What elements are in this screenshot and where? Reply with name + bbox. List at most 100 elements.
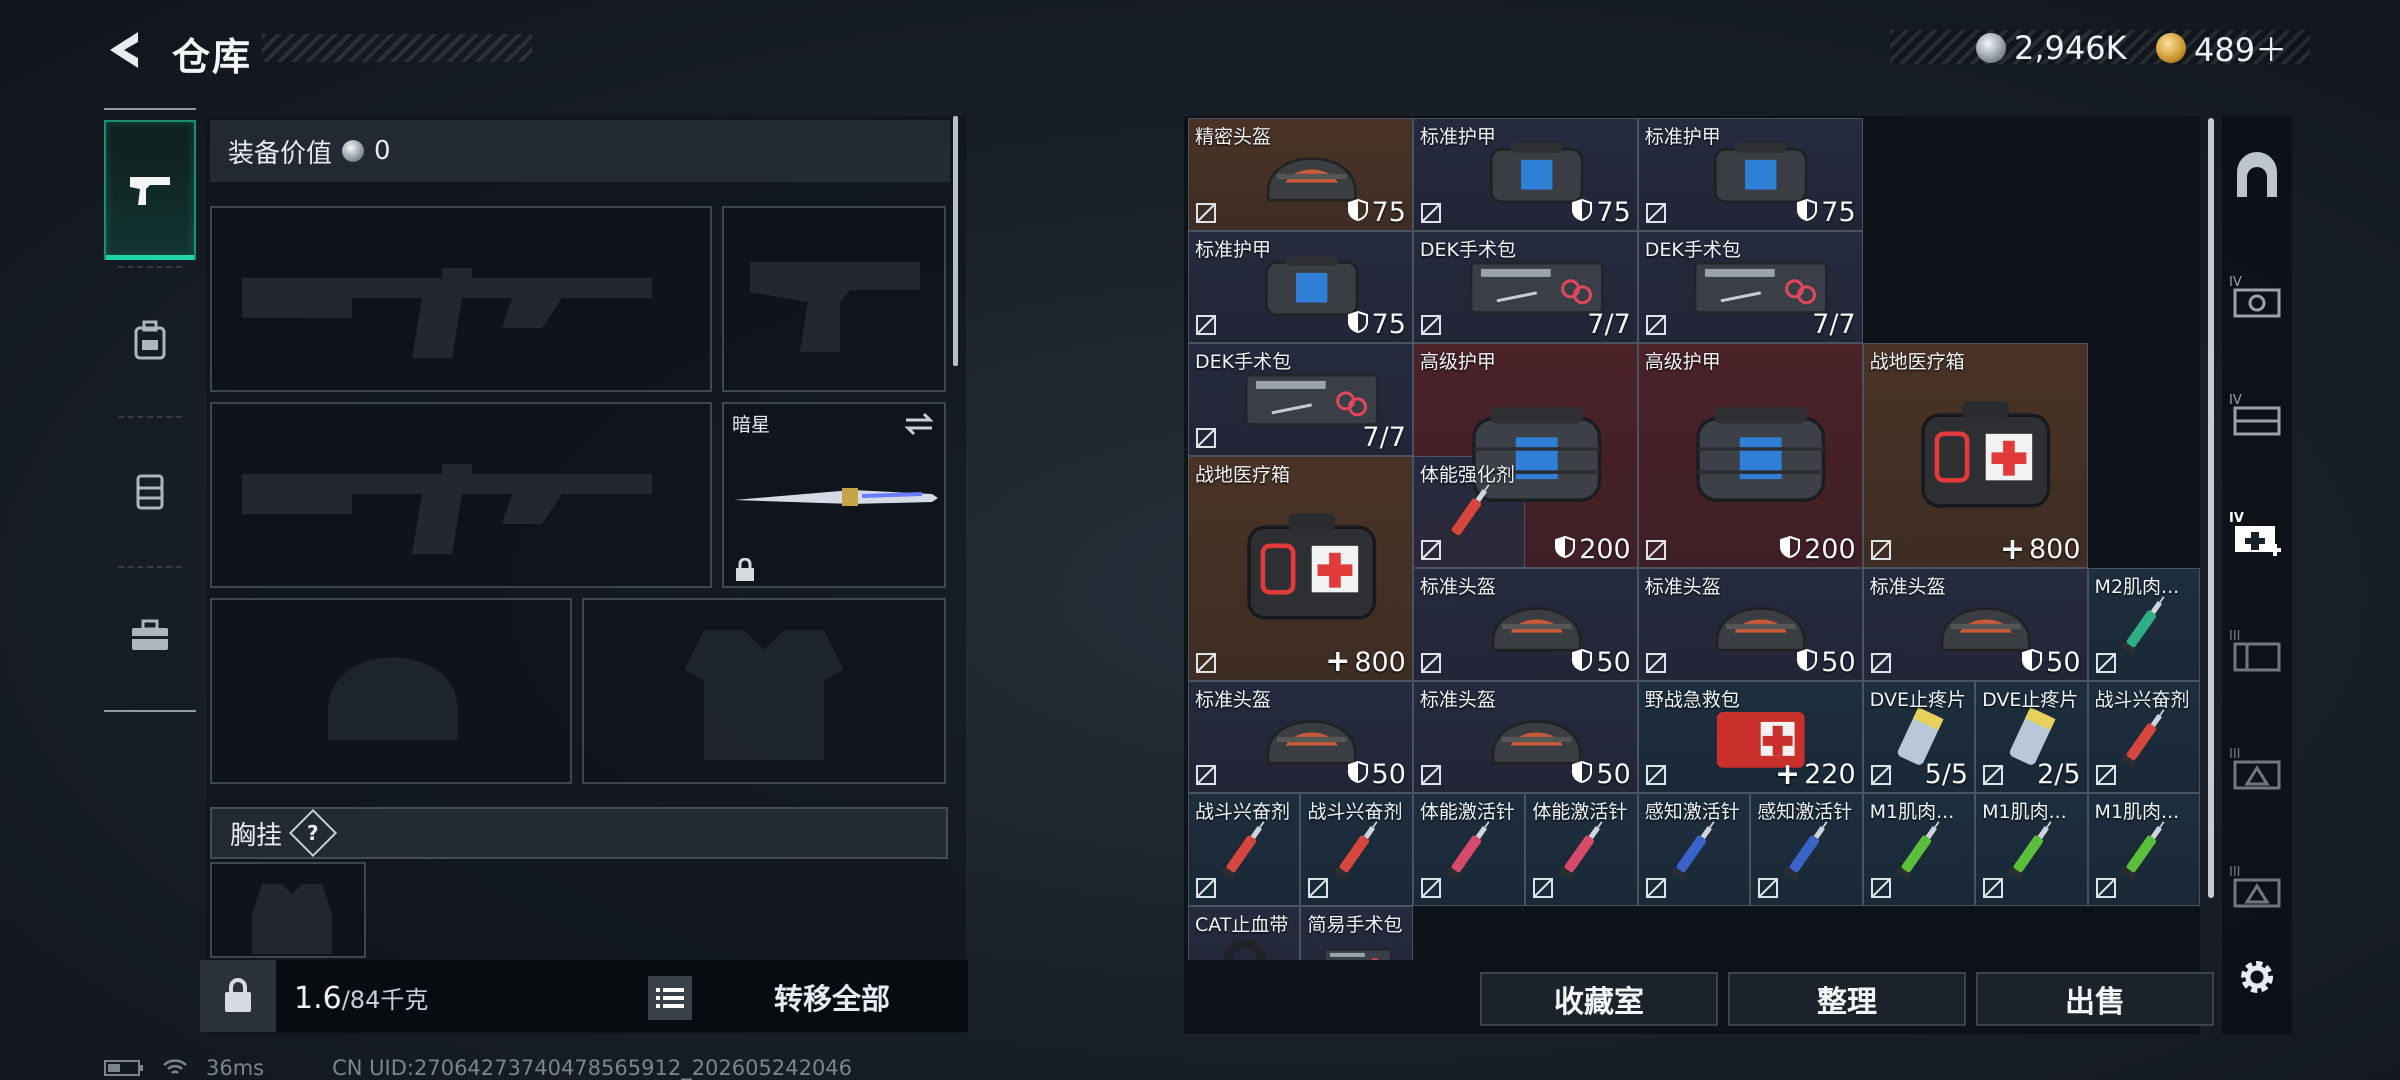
inventory-item[interactable]: 战斗兴奋剂	[1188, 793, 1301, 906]
grid-scrollbar[interactable]	[2208, 118, 2214, 898]
item-value: 200	[1780, 534, 1856, 565]
item-value-text: 50	[1596, 759, 1631, 790]
inventory-item[interactable]: 战地医疗箱 +800	[1862, 343, 2088, 568]
melee-slot[interactable]: 暗星	[722, 402, 946, 588]
lock-button[interactable]	[200, 960, 276, 1032]
inventory-item[interactable]: 战斗兴奋剂	[2087, 680, 2200, 793]
item-value: 7/7	[1587, 309, 1630, 340]
armor-slot[interactable]	[582, 598, 946, 784]
inventory-item[interactable]: DEK手术包 7/7	[1412, 230, 1638, 343]
primary-weapon-slot[interactable]	[210, 206, 712, 392]
inventory-item[interactable]: 战地医疗箱 +800	[1188, 455, 1413, 681]
item-name: 精密头盔	[1195, 126, 1272, 148]
inventory-item[interactable]: CAT止血带	[1188, 905, 1301, 960]
armory-icon: III	[2229, 629, 2281, 672]
durability-shield-icon	[1780, 534, 1801, 565]
list-view-button[interactable]	[648, 976, 692, 1020]
inventory-item[interactable]: 战斗兴奋剂	[1300, 793, 1413, 906]
left-scrollbar[interactable]	[953, 116, 958, 366]
inventory-item[interactable]: 标准头盔 50	[1637, 568, 1863, 681]
item-name: 标准护甲	[1644, 126, 1721, 148]
item-value: +220	[1775, 759, 1856, 790]
help-icon[interactable]: ?	[288, 808, 338, 858]
shelf-icon: IV	[2229, 393, 2281, 436]
item-value-text: 75	[1371, 196, 1406, 228]
inventory-item[interactable]: M1肌肉...	[1862, 793, 1976, 906]
item-value-text: 7/7	[1587, 309, 1631, 340]
tab-weapons[interactable]	[104, 120, 196, 260]
inventory-item[interactable]: DEK手术包 7/7	[1637, 230, 1863, 343]
collection-room-button[interactable]: 收藏室	[1480, 972, 1718, 1026]
item-name: 标准头盔	[1869, 576, 1946, 598]
silver-currency[interactable]: 2,946K	[1976, 28, 2127, 68]
inventory-item[interactable]: 标准头盔 50	[1862, 568, 2088, 681]
primary-weapon-slot-2[interactable]	[210, 402, 712, 588]
tab-storage-iv-2[interactable]: IV	[2226, 384, 2288, 446]
inventory-item[interactable]: 标准头盔 50	[1412, 568, 1638, 681]
item-name: 战斗兴奋剂	[1195, 801, 1291, 823]
inventory-item[interactable]: 简易手术包	[1300, 905, 1413, 960]
inventory-item[interactable]: 野战急救包 +220	[1637, 680, 1863, 793]
inventory-item[interactable]: 标准护甲 75	[1637, 118, 1863, 231]
not-insured-icon	[2095, 877, 2117, 899]
transfer-all-button[interactable]: 转移全部	[712, 968, 952, 1026]
item-value: +800	[1325, 647, 1406, 678]
item-value-text: 50	[1371, 759, 1406, 790]
sort-button[interactable]: 整理	[1728, 972, 1966, 1026]
inventory-item[interactable]: 标准护甲 75	[1188, 230, 1413, 343]
item-value: 5/5	[1925, 759, 1968, 790]
tab-toolbox[interactable]	[104, 570, 196, 700]
item-value: 50	[1347, 759, 1406, 790]
inventory-item[interactable]: 感知激活针	[1750, 793, 1863, 906]
durability-shield-icon	[1572, 647, 1593, 678]
inventory-item[interactable]: 精密头盔 75	[1188, 118, 1413, 231]
tab-storage-iii-3[interactable]: III	[2226, 856, 2288, 918]
syringe-teal-icon	[2110, 589, 2180, 659]
not-insured-icon	[2095, 764, 2117, 786]
inventory-item[interactable]: DEK手术包 7/7	[1188, 343, 1413, 456]
tab-backpack[interactable]	[104, 270, 196, 410]
inventory-item[interactable]: 感知激活针	[1637, 793, 1751, 906]
inventory-item[interactable]: 标准护甲 75	[1412, 118, 1638, 231]
not-insured-icon	[1420, 314, 1442, 336]
settings-button[interactable]	[2226, 946, 2288, 1008]
inventory-item[interactable]: 体能激活针	[1412, 793, 1526, 906]
inventory-item[interactable]: 标准头盔 50	[1188, 680, 1413, 793]
inventory-item[interactable]: DVE止疼片 2/5	[1975, 680, 2088, 793]
inventory-item[interactable]: M2肌肉...	[2087, 568, 2200, 681]
vault-icon	[2237, 152, 2277, 197]
tab-vest[interactable]	[104, 420, 196, 560]
sell-button[interactable]: 出售	[1976, 972, 2214, 1026]
inventory-item[interactable]: 高级护甲 200	[1637, 343, 1863, 568]
item-value: 50	[1797, 647, 1856, 678]
page-title: 仓库	[172, 35, 253, 79]
helmet-silhouette-icon	[328, 657, 458, 740]
inventory-item[interactable]: M1肌肉...	[1975, 793, 2088, 906]
item-value: 75	[1797, 197, 1856, 228]
equipment-value: 0	[374, 136, 391, 166]
secondary-weapon-slot[interactable]	[722, 206, 946, 392]
storage-grid: 精密头盔 75 标准护甲 75 标准护甲 75 标准护甲 75 DEK手术包 7/7 DEK手术包 7…	[1188, 118, 2200, 960]
inventory-item[interactable]: 体能激活针	[1525, 793, 1638, 906]
inventory-item[interactable]: 标准头盔 50	[1412, 680, 1638, 793]
tab-storage-iii-2[interactable]: III	[2226, 738, 2288, 800]
inventory-item[interactable]: DVE止疼片 5/5	[1862, 680, 1976, 793]
tab-storage-iii-1[interactable]: III	[2226, 620, 2288, 682]
chest-rig-slot[interactable]	[210, 862, 366, 958]
back-arrow-icon[interactable]	[104, 30, 144, 70]
svg-text:IV: IV	[2229, 393, 2242, 408]
inventory-item[interactable]: M1肌肉...	[2087, 793, 2200, 906]
not-insured-icon	[2095, 652, 2117, 674]
helmet-slot[interactable]	[210, 598, 572, 784]
swap-icon[interactable]	[904, 412, 934, 436]
durability-shield-icon	[1347, 309, 1368, 340]
gold-currency[interactable]: 489＋	[2156, 28, 2287, 69]
tab-storage-iv-1[interactable]: IV	[2226, 266, 2288, 328]
chest-rig-header: 胸挂 ?	[210, 807, 948, 859]
tab-storage-main[interactable]	[2226, 146, 2288, 208]
silver-coin-icon	[1976, 33, 2006, 63]
item-value-text: 800	[2028, 534, 2081, 565]
tab-storage-medical[interactable]: IV	[2226, 502, 2288, 564]
item-name: M2肌肉...	[2094, 576, 2180, 598]
item-value-text: 75	[1596, 196, 1631, 228]
